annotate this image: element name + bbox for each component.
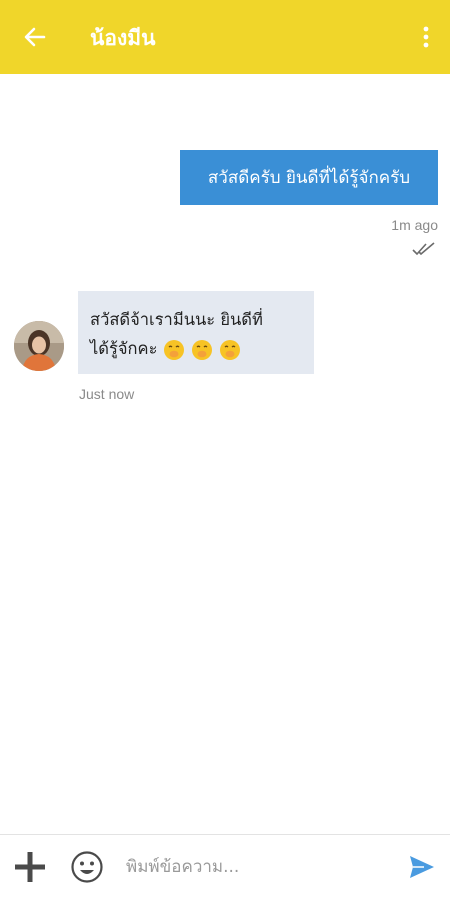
smiley-icon[interactable] [70, 850, 104, 884]
outgoing-message-text: สวัสดีครับ ยินดีที่ได้รู้จักครับ [207, 168, 411, 188]
outgoing-message-time: 1m ago [391, 217, 438, 233]
message-input[interactable] [126, 849, 396, 885]
incoming-message-line-1: สวัสดีจ้าเรามีนนะ ยินดีที่ [90, 310, 263, 329]
shushing-face-icon [220, 339, 241, 360]
message-list[interactable]: สวัสดีครับ ยินดีที่ได้รู้จักครับ 1m ago … [0, 74, 450, 834]
send-icon[interactable] [408, 854, 436, 880]
incoming-message-time: Just now [79, 386, 135, 402]
shushing-face-icon [163, 339, 184, 360]
incoming-message-bubble[interactable]: สวัสดีจ้าเรามีนนะ ยินดีที่ ได้รู้จักคะ [78, 291, 314, 374]
incoming-message-line-2: ได้รู้จักคะ [90, 339, 158, 358]
app-header: น้องมีน [0, 0, 450, 74]
arrow-left-icon[interactable] [22, 24, 48, 50]
double-check-icon [412, 242, 435, 256]
user-avatar [14, 321, 64, 371]
contact-avatar[interactable] [14, 321, 64, 371]
shushing-face-icon [191, 339, 212, 360]
message-composer [0, 834, 450, 900]
plus-icon[interactable] [13, 850, 47, 884]
outgoing-message-bubble[interactable]: สวัสดีครับ ยินดีที่ได้รู้จักครับ [180, 150, 438, 205]
chat-title: น้องมีน [90, 26, 156, 50]
more-vertical-icon[interactable] [420, 24, 432, 50]
